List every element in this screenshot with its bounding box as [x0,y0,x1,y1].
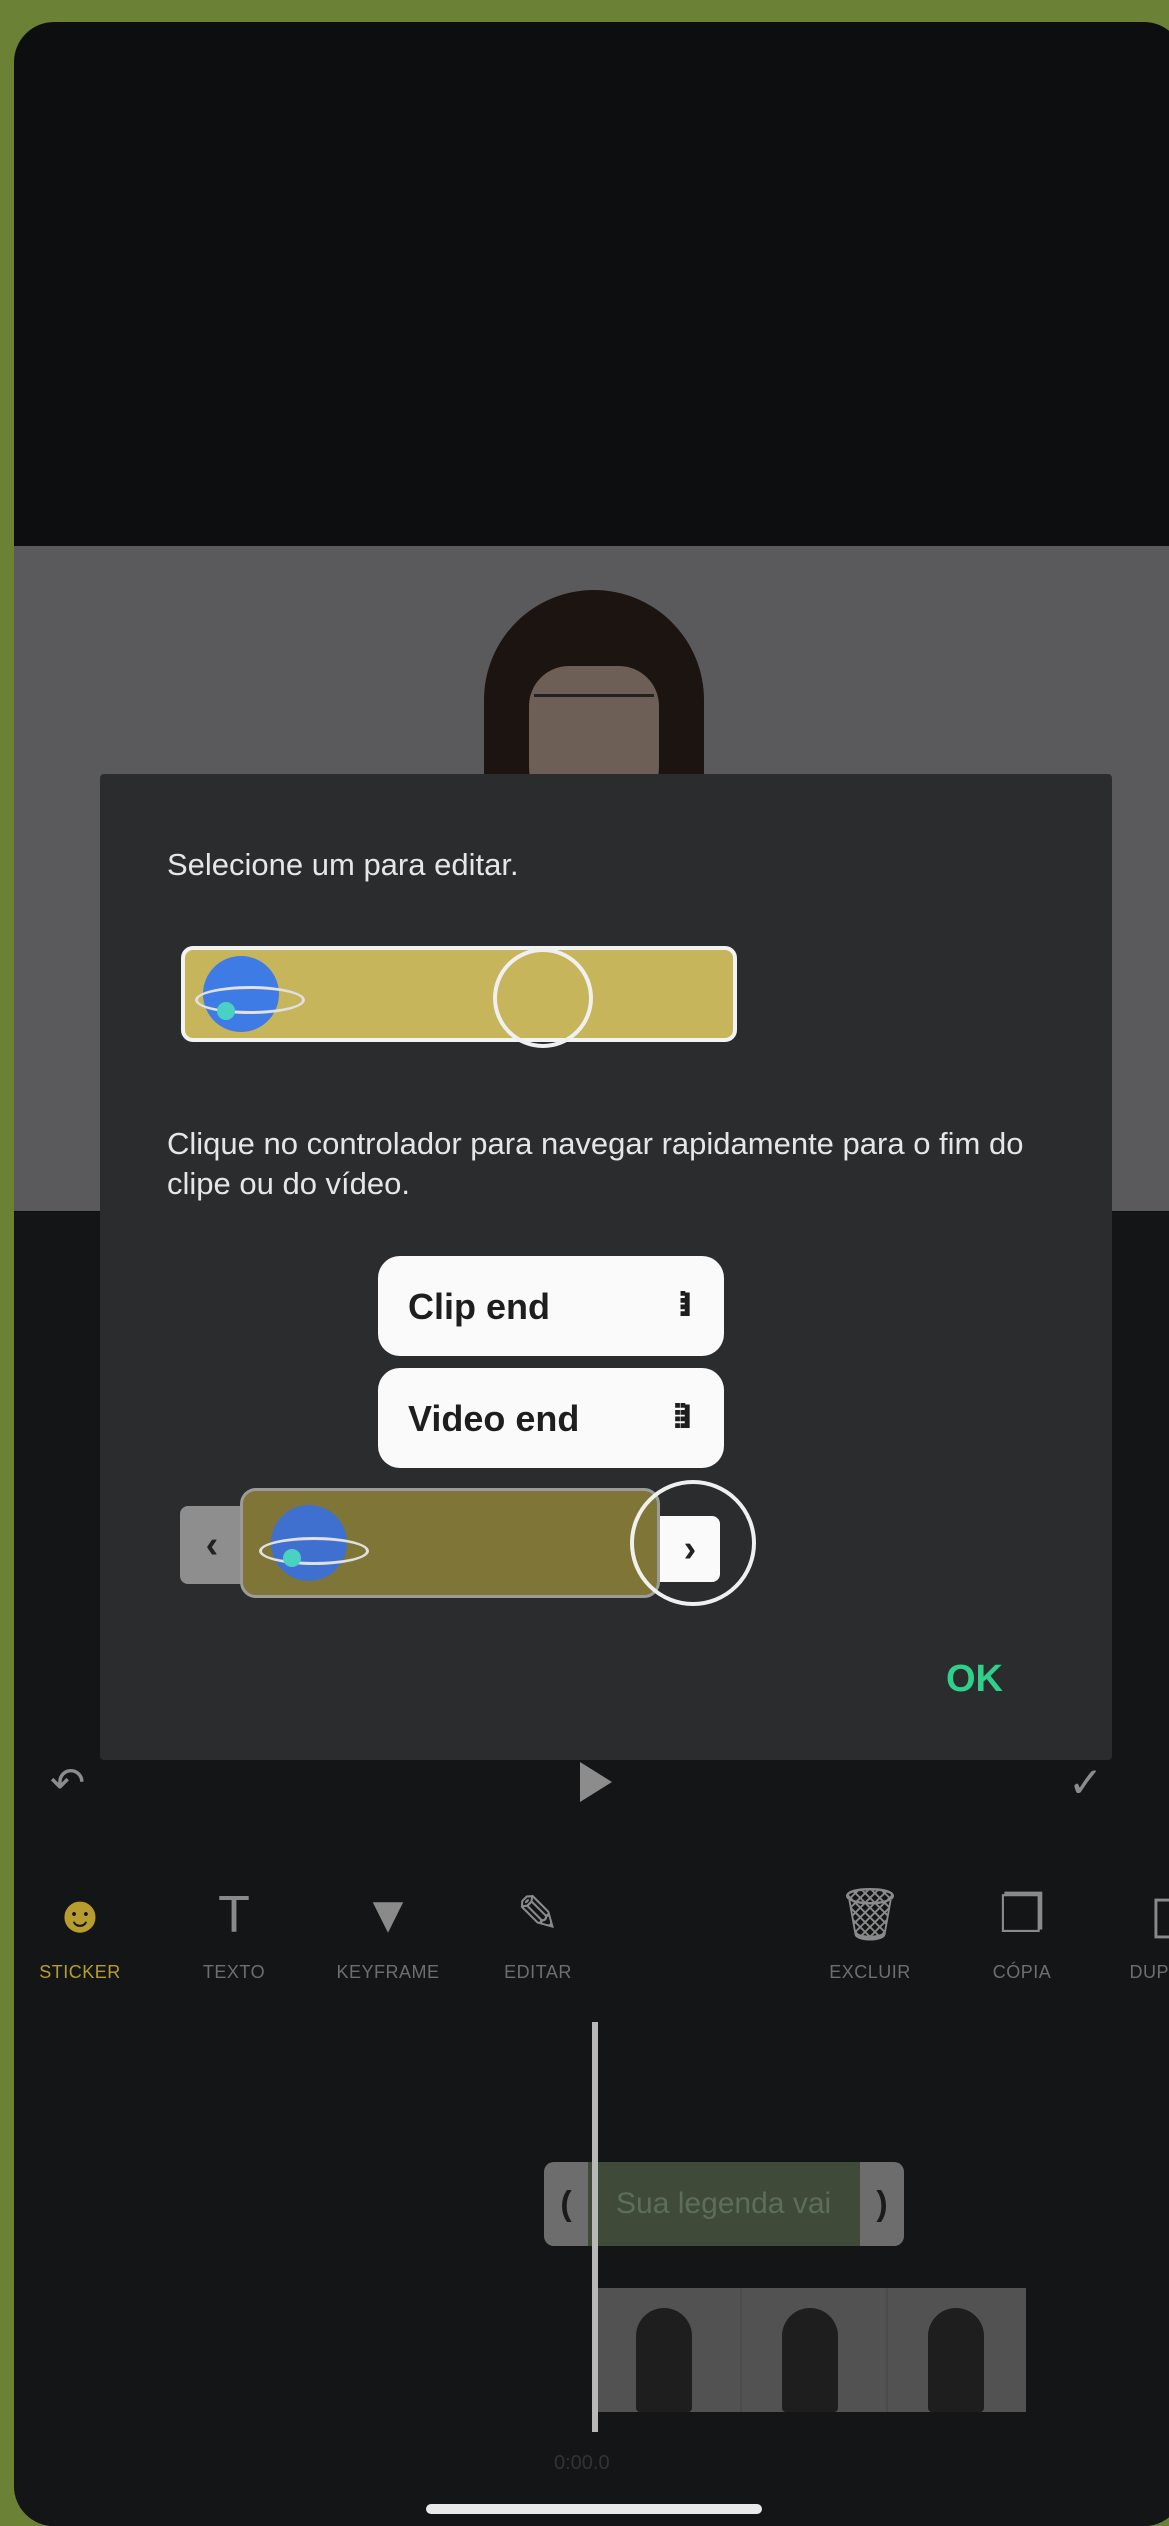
tool-label: TEXTO [202,1962,266,1982]
tool-label: STICKER [39,1962,121,1982]
copy-icon: ❐ [998,1886,1046,1944]
instruction-select: Selecione um para editar. [167,847,519,882]
glasses [534,694,654,727]
pencil-icon: ✎ [516,1886,560,1944]
undo-icon[interactable]: ↶ [50,1758,85,1807]
play-icon[interactable] [578,1760,614,1814]
tool-text[interactable]: T TEXTO [164,1880,304,1983]
tool-duplicate[interactable]: ▯ DUPLIC [1094,1880,1169,1983]
tool-label: KEYFRAME [336,1962,440,1982]
video-thumbnail [888,2288,1026,2412]
video-end-label: Video end [408,1398,580,1439]
example-clip-selected [181,946,737,1048]
duplicate-icon: ▯ [1149,1886,1169,1944]
sticker-icon: ☻ [52,1886,108,1944]
video-thumbnail [742,2288,886,2412]
home-indicator[interactable] [426,2504,762,2514]
tool-keyframe[interactable]: ▼ KEYFRAME [318,1880,458,1983]
subtitle-clip[interactable]: ( Sua legenda vai ) [544,2162,904,2246]
tap-indicator [493,948,593,1048]
text-icon: T [218,1886,250,1944]
tool-label: DUPLIC [1129,1962,1169,1982]
tool-edit[interactable]: ✎ EDITAR [468,1880,608,1983]
subtitle-clip-right-handle[interactable]: ) [860,2162,904,2246]
planet-dot [283,1549,301,1567]
tool-sticker[interactable]: ☻ STICKER [14,1880,150,1983]
time-label: 0:00.0 [554,2452,610,2474]
instruction-navigate: Clique no controlador para navegar rapid… [167,1126,1024,1201]
subtitle-clip-text: Sua legenda vai [616,2187,832,2220]
keyframe-icon: ▼ [362,1886,414,1944]
video-thumbnail [596,2288,740,2412]
subtitle-clip-left-handle[interactable]: ( [544,2162,588,2246]
skip-to-clip-end-icon: ⁞I [677,1286,692,1324]
playback-controls: ↶ ✓ [14,1758,1169,1818]
planet-dot [217,1002,235,1020]
clip-end-button[interactable]: Clip end ⁞I [378,1256,724,1356]
planet-ring [259,1537,369,1565]
example-clip [240,1488,660,1598]
tool-copy[interactable]: ❐ CÓPIA [952,1880,1092,1983]
playhead[interactable] [592,2022,598,2432]
clip-end-label: Clip end [408,1286,550,1327]
clip-left-handle[interactable]: ‹ [180,1506,244,1584]
tool-delete[interactable]: 🗑 EXCLUIR [800,1880,940,1983]
tap-indicator [630,1480,756,1606]
tool-bar: ☻ STICKER T TEXTO ▼ KEYFRAME ✎ EDITAR 🗑 … [14,1880,1169,2030]
trash-icon: 🗑 [836,1886,903,1944]
video-end-button[interactable]: Video end ⁞⁞I [378,1368,724,1468]
phone-screen: ↶ ✓ ☻ STICKER T TEXTO ▼ KEYFRAME ✎ EDITA… [14,22,1169,2526]
tool-label: EXCLUIR [829,1962,911,1982]
tool-label: CÓPIA [992,1962,1052,1982]
ok-button[interactable]: OK [946,1658,1003,1701]
tool-label: EDITAR [504,1962,572,1982]
planet-ring [195,986,305,1014]
check-icon[interactable]: ✓ [1068,1758,1103,1807]
tutorial-dialog: Selecione um para editar. Clique no cont… [100,774,1112,1760]
skip-to-video-end-icon: ⁞⁞I [671,1398,692,1436]
video-track[interactable] [596,2288,1026,2412]
